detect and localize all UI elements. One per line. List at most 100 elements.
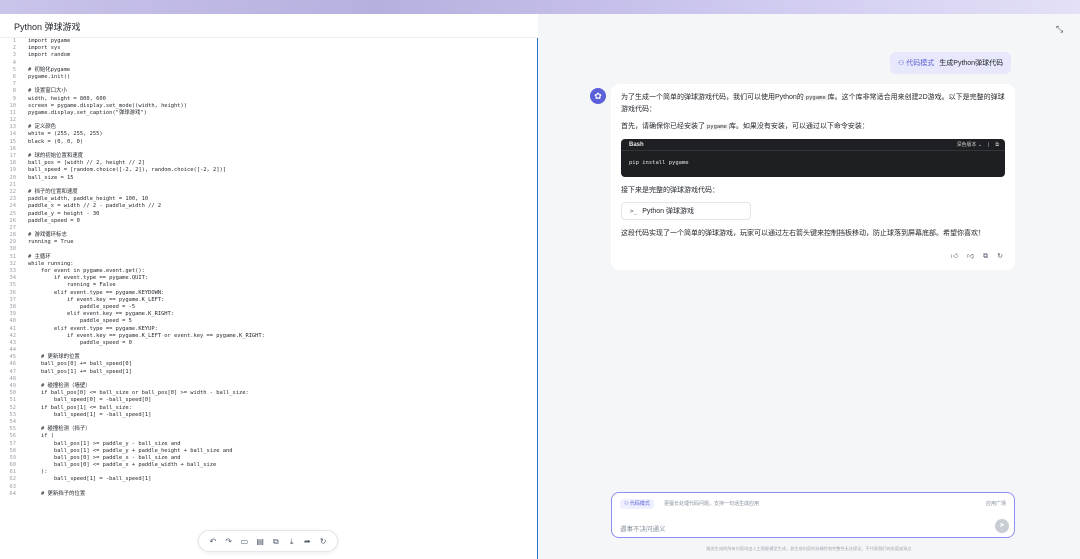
line-content: elif event.key == pygame.K_RIGHT:: [28, 311, 175, 318]
code-line: 59 ball_pos[0] >= paddle_x - ball_size a…: [0, 455, 537, 462]
line-content: ball_pos[1] <= paddle_y + paddle_height …: [28, 447, 233, 454]
code-line: 37 if event.key == pygame.K_LEFT:: [0, 297, 537, 304]
line-number: 33: [9, 268, 17, 274]
line-content: ball_speed[0] = -ball_speed[0]: [28, 397, 152, 404]
thumbs-down-icon[interactable]: 👎︎: [967, 251, 974, 262]
code-line: 52 if ball_pos[1] <= ball_size:: [0, 405, 537, 412]
line-number: 27: [9, 224, 17, 231]
code-line: 7: [0, 81, 537, 88]
line-number: 35: [9, 282, 17, 289]
line-content: while running:: [28, 260, 74, 267]
line-content: paddle_speed = 0: [28, 339, 132, 346]
code-area[interactable]: 1 import pygame 2 import sys 3 import random 4…: [0, 38, 537, 559]
line-number: 2: [12, 45, 16, 52]
line-number: 64: [9, 490, 17, 497]
line-number: 31: [9, 253, 17, 260]
download-icon[interactable]: ⤓: [287, 537, 296, 546]
line-content: # 初始化pygame: [28, 66, 71, 73]
regenerate-icon[interactable]: ↻: [997, 251, 1003, 262]
line-number: 19: [9, 167, 17, 174]
line-number: 17: [9, 153, 17, 159]
line-content: ball_speed[1] = -ball_speed[1]: [28, 411, 152, 418]
line-number: 61: [9, 469, 17, 476]
code-file-card[interactable]: >_ Python 弹球游戏: [621, 202, 751, 220]
collapse-icon[interactable]: ⤡: [1056, 24, 1063, 35]
line-content: paddle_width, paddle_height = 100, 10: [28, 196, 149, 203]
line-number: 50: [9, 390, 17, 397]
assistant-text: 首先，请确保你已经安装了: [621, 123, 705, 130]
code-line: 45 # 更新球的位置: [0, 354, 537, 361]
document-icon[interactable]: ▤: [256, 537, 265, 546]
line-content: if event.key == pygame.K_LEFT:: [28, 296, 165, 303]
code-line: 35 running = False: [0, 282, 537, 289]
line-content: # 定义颜色: [28, 124, 57, 131]
file-card-label: Python 弹球游戏: [642, 207, 694, 215]
code-line: 62 ball_speed[1] = -ball_speed[1]: [0, 476, 537, 483]
copy-code-icon[interactable]: ⧉: [995, 140, 999, 151]
line-number: 25: [9, 210, 17, 217]
line-number: 36: [9, 289, 17, 296]
code-line: 3 import random: [0, 52, 537, 59]
code-line: 43 paddle_speed = 0: [0, 340, 537, 347]
line-number: 32: [9, 260, 17, 267]
code-line: 32 while running:: [0, 261, 537, 268]
copy-message-icon[interactable]: ⧉: [983, 251, 988, 262]
line-content: pygame.init(): [28, 73, 71, 80]
code-line: 55 # 碰撞检测（挡子）: [0, 426, 537, 433]
theme-toggle[interactable]: 深色版本 ⌄: [957, 140, 983, 151]
copy-icon[interactable]: ⧉: [271, 537, 280, 546]
line-content: paddle_speed = 5: [28, 318, 132, 325]
line-number: 5: [12, 66, 16, 73]
assistant-message-card: 为了生成一个简单的弹球游戏代码，我们可以使用Python的 pygame 库。这个库…: [611, 84, 1015, 270]
line-number: 54: [9, 418, 17, 425]
line-content: for event in pygame.event.get():: [28, 268, 145, 274]
code-line: 24 paddle_x = width // 2 - paddle_width /…: [0, 203, 537, 210]
line-content: # 挡子的位置和速度: [28, 188, 78, 195]
line-number: 43: [9, 339, 17, 346]
code-block-header: Bash 深色版本 ⌄ | ⧉: [621, 139, 1005, 151]
chat-input-box: ⚇ 代码模式 更擅长处理代码问题，支持一句话生成应用 应用广场 遇事不决问通义 …: [611, 492, 1015, 538]
app-square-link[interactable]: 应用广场: [986, 500, 1006, 507]
code-editor-panel: Python 弹球游戏 1 import pygame 2 import sys 3 im…: [0, 14, 538, 559]
line-number: 40: [9, 318, 17, 325]
line-number: 56: [9, 433, 17, 440]
line-number: 55: [9, 426, 17, 433]
input-mode-tag[interactable]: ⚇ 代码模式: [620, 499, 654, 509]
code-line: 1 import pygame: [0, 38, 537, 45]
line-number: 29: [9, 239, 17, 246]
line-number: 14: [9, 131, 17, 138]
line-number: 30: [9, 246, 17, 253]
line-content: white = (255, 255, 255): [28, 131, 103, 138]
code-line: 14 white = (255, 255, 255): [0, 131, 537, 138]
line-content: # 设置窗口大小: [28, 88, 67, 95]
code-line: 18 ball_pos = [width // 2, height // 2]: [0, 160, 537, 167]
separator: |: [988, 142, 990, 148]
code-line: 53 ball_speed[1] = -ball_speed[1]: [0, 412, 537, 419]
code-line: 19 ball_speed = [random.choice([-2, 2]), …: [0, 167, 537, 174]
line-number: 51: [9, 397, 17, 404]
code-line: 15 black = (0, 0, 0): [0, 139, 537, 146]
line-number: 6: [12, 73, 16, 80]
thumbs-up-icon[interactable]: 👍︎: [951, 251, 958, 262]
redo-icon[interactable]: ↷: [224, 537, 233, 546]
line-content: paddle_speed = 0: [28, 217, 80, 224]
code-line: 33 for event in pygame.event.get():: [0, 268, 537, 275]
code-line: 30: [0, 246, 537, 253]
line-content: # 更新挡子的位置: [28, 490, 86, 497]
line-content: ball_pos[0] >= paddle_x - ball_size and: [28, 454, 181, 461]
comment-icon[interactable]: ▭: [240, 537, 249, 546]
undo-icon[interactable]: ↶: [208, 537, 217, 546]
line-number: 42: [9, 332, 17, 339]
code-line: 61 ):: [0, 469, 537, 476]
code-line: 4: [0, 60, 537, 67]
line-number: 59: [9, 454, 17, 461]
code-line: 22 # 挡子的位置和速度: [0, 189, 537, 196]
refresh-icon[interactable]: ↻: [319, 537, 328, 546]
line-number: 46: [9, 361, 17, 368]
assistant-paragraph-3: 接下来是完整的弹球游戏代码：: [621, 187, 719, 194]
line-number: 47: [9, 368, 17, 375]
chat-input[interactable]: 遇事不决问通义: [620, 523, 666, 533]
send-button[interactable]: ➤: [995, 519, 1009, 533]
share-icon[interactable]: ➦: [303, 537, 312, 546]
code-editor-header: Python 弹球游戏: [0, 14, 538, 38]
